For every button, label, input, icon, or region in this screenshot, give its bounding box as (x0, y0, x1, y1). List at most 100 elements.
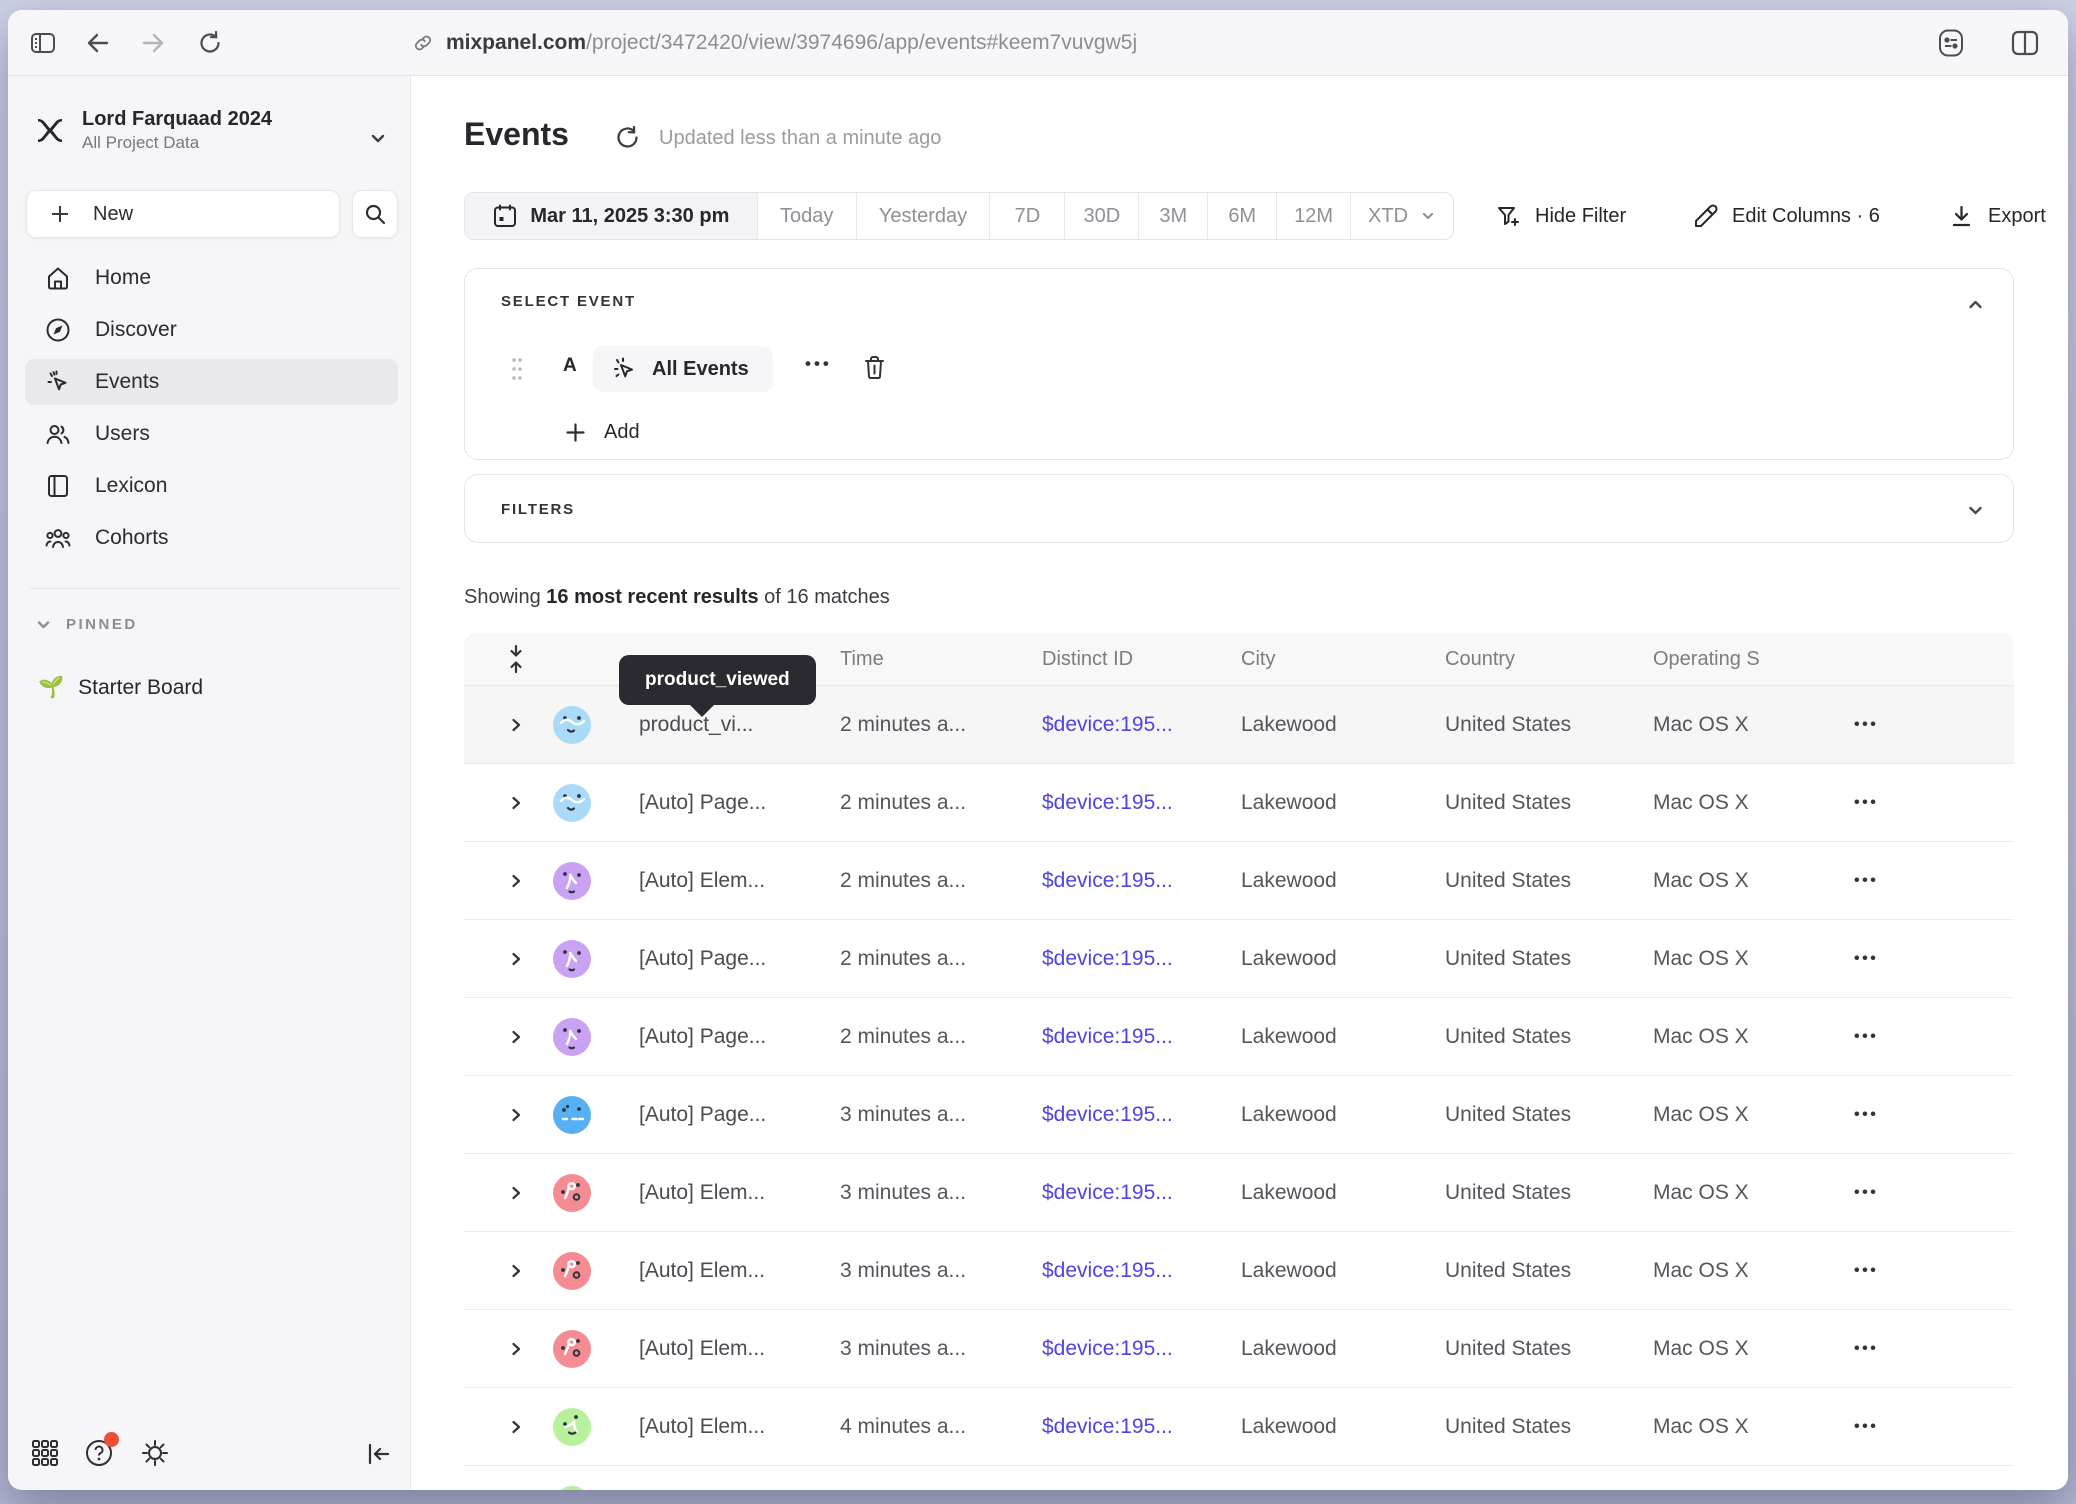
notification-dot (104, 1432, 119, 1447)
table-row[interactable]: [Auto] Page... 3 minutes a... $device:19… (464, 1076, 2014, 1154)
row-more-button[interactable]: ••• (1854, 950, 1914, 968)
sidebar-item-home[interactable]: Home (25, 255, 398, 301)
table-row[interactable]: [Auto] Elem... 3 minutes a... $device:19… (464, 1310, 2014, 1388)
all-events-chip[interactable]: All Events (593, 346, 773, 392)
row-more-button[interactable]: ••• (1854, 1340, 1914, 1358)
date-segment-6m[interactable]: 6M (1208, 193, 1277, 239)
date-segment-yesterday[interactable]: Yesterday (857, 193, 991, 239)
expand-row-icon[interactable] (508, 1185, 524, 1201)
sidebar-item-discover[interactable]: Discover (25, 307, 398, 353)
distinct-id-link[interactable]: $device:195... (1039, 1415, 1239, 1439)
sidebar-item-cohorts[interactable]: Cohorts (25, 515, 398, 561)
date-segment-30d[interactable]: 30D (1065, 193, 1139, 239)
drag-handle-icon[interactable] (510, 354, 524, 384)
row-more-button[interactable]: ••• (1854, 872, 1914, 890)
address-bar[interactable]: mixpanel.com/project/3472420/view/397469… (412, 10, 1137, 76)
column-header-time[interactable]: Time (834, 648, 1039, 671)
chevron-down-icon[interactable] (368, 128, 388, 148)
date-segment-7d[interactable]: 7D (990, 193, 1065, 239)
apps-grid-icon[interactable] (30, 1438, 60, 1468)
add-event-button[interactable]: Add (565, 421, 640, 444)
event-name: [Auto] Page... (610, 1025, 834, 1049)
distinct-id-link[interactable]: $device:195... (1039, 791, 1239, 815)
column-header-distinct-id[interactable]: Distinct ID (1039, 648, 1239, 671)
event-time: 3 minutes a... (834, 1259, 1039, 1283)
back-icon[interactable] (85, 30, 111, 56)
row-more-button[interactable]: ••• (1854, 1184, 1914, 1202)
row-more-button[interactable]: ••• (1854, 1418, 1914, 1436)
table-row[interactable]: [Auto] Page... 2 minutes a... $device:19… (464, 998, 2014, 1076)
table-row[interactable]: [Auto] Elem... 3 minutes a... $device:19… (464, 1232, 2014, 1310)
row-more-button[interactable]: ••• (1854, 794, 1914, 812)
split-view-icon[interactable] (2010, 28, 2040, 58)
collapse-sidebar-icon[interactable] (366, 1441, 392, 1467)
row-more-button[interactable]: ••• (1854, 1028, 1914, 1046)
seedling-icon: 🌱 (38, 676, 64, 700)
chevron-down-icon[interactable] (1966, 501, 1985, 520)
page-title: Events (464, 116, 569, 153)
expand-row-icon[interactable] (508, 1029, 524, 1045)
sidebar-item-label: Cohorts (95, 526, 169, 550)
expand-row-icon[interactable] (508, 951, 524, 967)
table-row[interactable]: [Auto] Page... 2 minutes a... $device:19… (464, 764, 2014, 842)
expand-row-icon[interactable] (508, 1419, 524, 1435)
pinned-section-header[interactable]: PINNED (35, 616, 138, 633)
refresh-icon[interactable] (614, 124, 641, 151)
expand-row-icon[interactable] (508, 1263, 524, 1279)
row-more-button[interactable]: ••• (1854, 1106, 1914, 1124)
sidebar-item-label: Discover (95, 318, 177, 342)
sidebar-item-lexicon[interactable]: Lexicon (25, 463, 398, 509)
export-label: Export (1988, 205, 2046, 228)
table-row[interactable]: [Auto] Elem... 4 minutes a... $device:19… (464, 1388, 2014, 1466)
sidebar-item-events[interactable]: Events (25, 359, 398, 405)
hide-filter-button[interactable]: Hide Filter (1496, 192, 1626, 240)
event-city: Lakewood (1239, 1259, 1444, 1283)
date-segment-xtd[interactable]: XTD (1351, 193, 1453, 239)
forward-icon[interactable] (140, 30, 166, 56)
more-options-button[interactable]: ••• (805, 354, 832, 374)
gear-icon[interactable] (140, 1438, 170, 1468)
table-row[interactable]: [Auto] Elem... 2 minutes a... $device:19… (464, 842, 2014, 920)
search-button[interactable] (352, 190, 398, 238)
expand-row-icon[interactable] (508, 795, 524, 811)
distinct-id-link[interactable]: $device:195... (1039, 1103, 1239, 1127)
edit-columns-button[interactable]: Edit Columns · 6 (1693, 192, 1880, 240)
project-switcher[interactable]: Lord Farquaad 2024 All Project Data (32, 106, 272, 154)
event-time: 3 minutes a... (834, 1337, 1039, 1361)
page-settings-icon[interactable] (1936, 28, 1966, 58)
event-avatar (553, 1018, 591, 1056)
date-segment-3m[interactable]: 3M (1139, 193, 1208, 239)
distinct-id-link[interactable]: $device:195... (1039, 947, 1239, 971)
sidebar-toggle-icon[interactable] (30, 30, 56, 56)
expand-row-icon[interactable] (508, 1341, 524, 1357)
expand-row-icon[interactable] (508, 873, 524, 889)
reload-icon[interactable] (197, 30, 223, 56)
row-more-button[interactable]: ••• (1854, 1262, 1914, 1280)
new-button[interactable]: New (26, 190, 340, 238)
chevron-up-icon[interactable] (1966, 295, 1985, 314)
date-segment-today[interactable]: Today (758, 193, 857, 239)
collapse-rows-icon[interactable] (505, 644, 527, 674)
table-row[interactable]: [Auto] Elem... 3 minutes a... $device:19… (464, 1154, 2014, 1232)
export-button[interactable]: Export (1949, 192, 2046, 240)
date-segment-12m[interactable]: 12M (1277, 193, 1351, 239)
column-header-city[interactable]: City (1239, 648, 1444, 671)
distinct-id-link[interactable]: $device:195... (1039, 1025, 1239, 1049)
column-header-os[interactable]: Operating S (1649, 648, 1854, 671)
sidebar-item-starter-board[interactable]: 🌱 Starter Board (38, 676, 203, 700)
distinct-id-link[interactable]: $device:195... (1039, 1181, 1239, 1205)
sidebar-item-users[interactable]: Users (25, 411, 398, 457)
column-header-country[interactable]: Country (1444, 648, 1649, 671)
expand-row-icon[interactable] (508, 1107, 524, 1123)
distinct-id-link[interactable]: $device:195... (1039, 1337, 1239, 1361)
book-icon (45, 473, 71, 499)
expand-row-icon[interactable] (508, 717, 524, 733)
trash-icon[interactable] (861, 354, 888, 381)
row-more-button[interactable]: ••• (1854, 716, 1914, 734)
date-segment-mar-11-2025-3-30-pm[interactable]: Mar 11, 2025 3:30 pm (465, 193, 758, 239)
table-row[interactable] (464, 1466, 2014, 1490)
table-row[interactable]: [Auto] Page... 2 minutes a... $device:19… (464, 920, 2014, 998)
distinct-id-link[interactable]: $device:195... (1039, 713, 1239, 737)
distinct-id-link[interactable]: $device:195... (1039, 869, 1239, 893)
distinct-id-link[interactable]: $device:195... (1039, 1259, 1239, 1283)
